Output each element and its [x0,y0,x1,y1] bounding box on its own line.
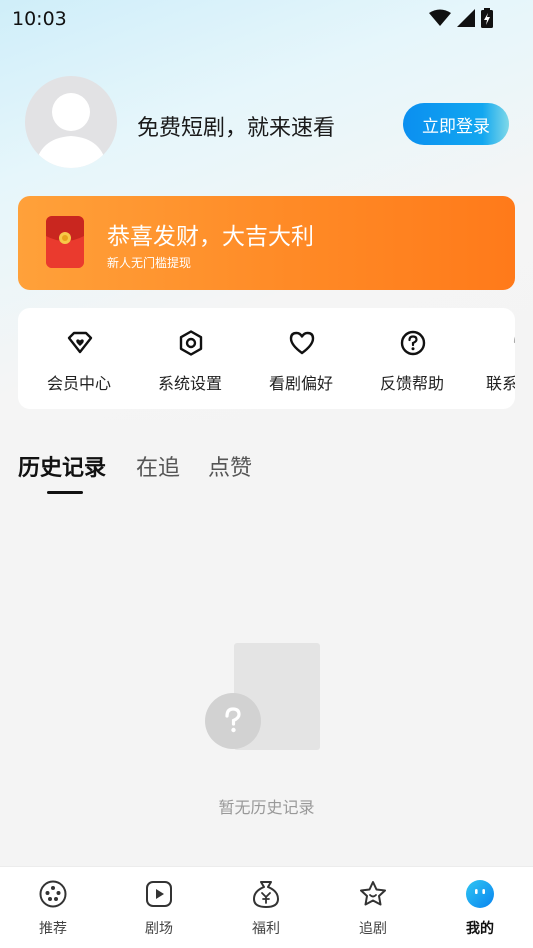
cellular-signal-icon [457,9,475,27]
nav-label: 福利 [252,921,280,937]
profile-slogan: 免费短剧，就来速看 [137,116,336,141]
tab-following[interactable]: 在追 [136,450,180,482]
status-bar: 10:03 [0,0,533,38]
avatar[interactable] [25,76,117,168]
quick-action-label: 系统设置 [157,374,222,393]
money-bag-icon [253,881,279,908]
quick-action-vip-center[interactable]: 会员中心 [24,308,134,409]
quick-action-label: 联系 [486,374,515,393]
quick-action-label: 会员中心 [46,374,111,393]
login-button[interactable]: 立即登录 [403,103,509,145]
nav-label: 推荐 [39,921,67,937]
nav-theater[interactable]: 剧场 [106,867,212,948]
tab-likes[interactable]: 点赞 [208,450,252,482]
profile-header: 免费短剧，就来速看 立即登录 [0,76,533,172]
nav-welfare[interactable]: 福利 [213,867,319,948]
active-tab-indicator [47,491,83,494]
nav-mine[interactable]: 我的 [427,867,533,948]
quick-action-contact[interactable]: 联系 [468,308,515,409]
nav-label: 追剧 [359,921,387,937]
wifi-icon [429,9,451,26]
quick-action-watch-preferences[interactable]: 看剧偏好 [246,308,356,409]
profile-face-icon [466,880,494,908]
status-icons [429,8,493,28]
quick-action-system-settings[interactable]: 系统设置 [135,308,245,409]
film-reel-icon [39,880,67,908]
nav-label: 我的 [466,921,494,937]
status-time: 10:03 [12,8,67,30]
promo-title: 恭喜发财，大吉大利 [107,224,314,250]
nav-recommend[interactable]: 推荐 [0,867,106,948]
red-envelope-icon [46,216,84,268]
help-circle-icon [400,330,426,356]
default-avatar-icon [35,93,107,168]
star-icon [360,881,386,906]
contact-icon [513,336,515,344]
nav-label: 剧场 [145,921,173,937]
promo-subtitle: 新人无门槛提现 [107,256,192,270]
quick-action-label: 看剧偏好 [268,374,333,393]
play-square-icon [146,881,172,907]
quick-action-feedback-help[interactable]: 反馈帮助 [357,308,467,409]
hex-settings-icon [179,330,203,356]
history-tabs: 历史记录 在追 点赞 [18,450,318,496]
empty-state-text: 暂无历史记录 [218,798,315,817]
promo-banner[interactable]: 恭喜发财，大吉大利 新人无门槛提现 [18,196,515,290]
empty-history-illustration [205,643,320,750]
heart-icon [289,331,315,355]
vip-heart-icon [67,331,93,354]
quick-action-label: 反馈帮助 [379,374,444,393]
tab-history[interactable]: 历史记录 [18,450,106,482]
quick-actions-card: 会员中心 系统设置 看剧偏好 反馈帮助 联系 [18,308,515,409]
battery-icon [481,8,493,28]
nav-follow[interactable]: 追剧 [320,867,426,948]
bottom-navigation: 推荐 剧场 福利 追剧 我的 [0,866,533,948]
